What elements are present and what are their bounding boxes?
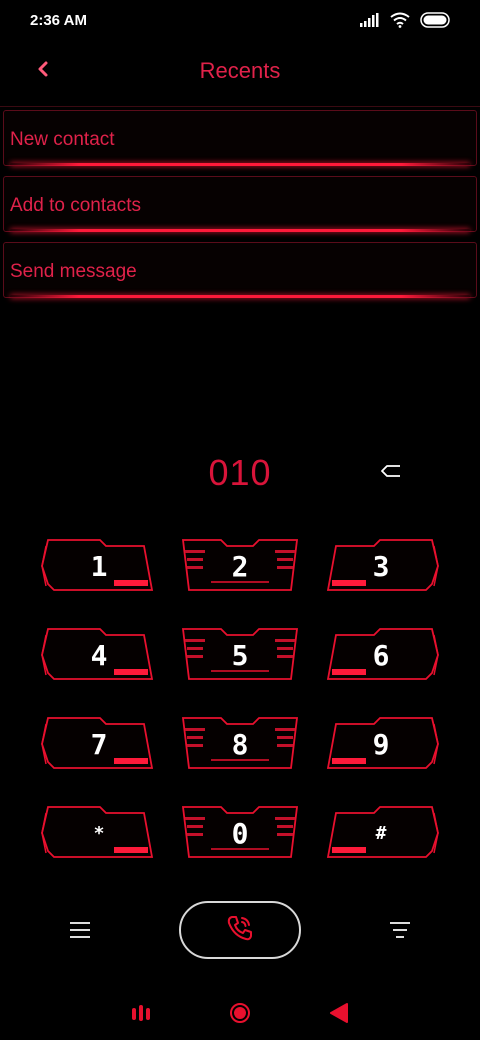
menu-lines-icon xyxy=(66,922,94,948)
dialer-actions xyxy=(0,900,480,960)
key-label: 8 xyxy=(231,727,249,761)
status-time: 2:36 AM xyxy=(30,12,87,29)
key-2[interactable]: 2 xyxy=(181,538,299,594)
add-to-contacts-item[interactable]: Add to contacts xyxy=(3,176,477,232)
key-label: * xyxy=(93,822,105,844)
key-6[interactable]: 6 xyxy=(322,627,440,683)
header-divider xyxy=(0,106,480,107)
key-label: 9 xyxy=(372,727,390,761)
filter-button[interactable] xyxy=(386,916,414,944)
backspace-button[interactable] xyxy=(376,460,406,486)
key-label: # xyxy=(375,822,387,844)
recent-apps-icon xyxy=(126,1005,156,1032)
key-label: 3 xyxy=(372,549,390,583)
menu-item-label: New contact xyxy=(10,129,115,150)
key-label: 5 xyxy=(231,638,249,672)
key-label: 6 xyxy=(372,638,390,672)
key-label: 1 xyxy=(90,549,108,583)
key-4[interactable]: 4 xyxy=(40,627,158,683)
back-nav-button[interactable] xyxy=(325,998,355,1028)
key-label: 0 xyxy=(231,816,249,850)
key-5[interactable]: 5 xyxy=(181,627,299,683)
key-hash[interactable]: # xyxy=(322,805,440,861)
key-3[interactable]: 3 xyxy=(322,538,440,594)
key-8[interactable]: 8 xyxy=(181,716,299,772)
key-label: 4 xyxy=(90,638,108,672)
menu-item-label: Add to contacts xyxy=(10,195,141,216)
signal-icon xyxy=(360,12,380,32)
recent-apps-button[interactable] xyxy=(126,998,156,1028)
battery-icon xyxy=(420,11,452,33)
key-1[interactable]: 1 xyxy=(40,538,158,594)
send-message-item[interactable]: Send message xyxy=(3,242,477,298)
wifi-icon xyxy=(390,12,410,33)
backspace-icon xyxy=(379,463,403,484)
phone-call-icon xyxy=(224,912,256,949)
back-triangle-icon xyxy=(325,1003,355,1032)
filter-icon xyxy=(386,922,414,948)
dialed-number: 010 xyxy=(208,452,272,493)
contact-options-list: New contact Add to contacts Send message xyxy=(3,110,477,308)
key-label: 7 xyxy=(90,727,108,761)
key-0[interactable]: 0 xyxy=(181,805,299,861)
key-7[interactable]: 7 xyxy=(40,716,158,772)
menu-item-label: Send message xyxy=(10,261,137,282)
header: Recents xyxy=(0,44,480,106)
key-9[interactable]: 9 xyxy=(322,716,440,772)
status-bar: 2:36 AM xyxy=(0,0,480,44)
call-button[interactable] xyxy=(179,901,301,959)
system-nav-bar xyxy=(0,990,480,1034)
page-title: Recents xyxy=(199,58,281,83)
home-icon xyxy=(225,1003,255,1032)
key-star[interactable]: * xyxy=(40,805,158,861)
key-label: 2 xyxy=(231,549,249,583)
status-icons xyxy=(360,11,452,33)
menu-button[interactable] xyxy=(66,916,94,944)
home-button[interactable] xyxy=(225,998,255,1028)
new-contact-item[interactable]: New contact xyxy=(3,110,477,166)
